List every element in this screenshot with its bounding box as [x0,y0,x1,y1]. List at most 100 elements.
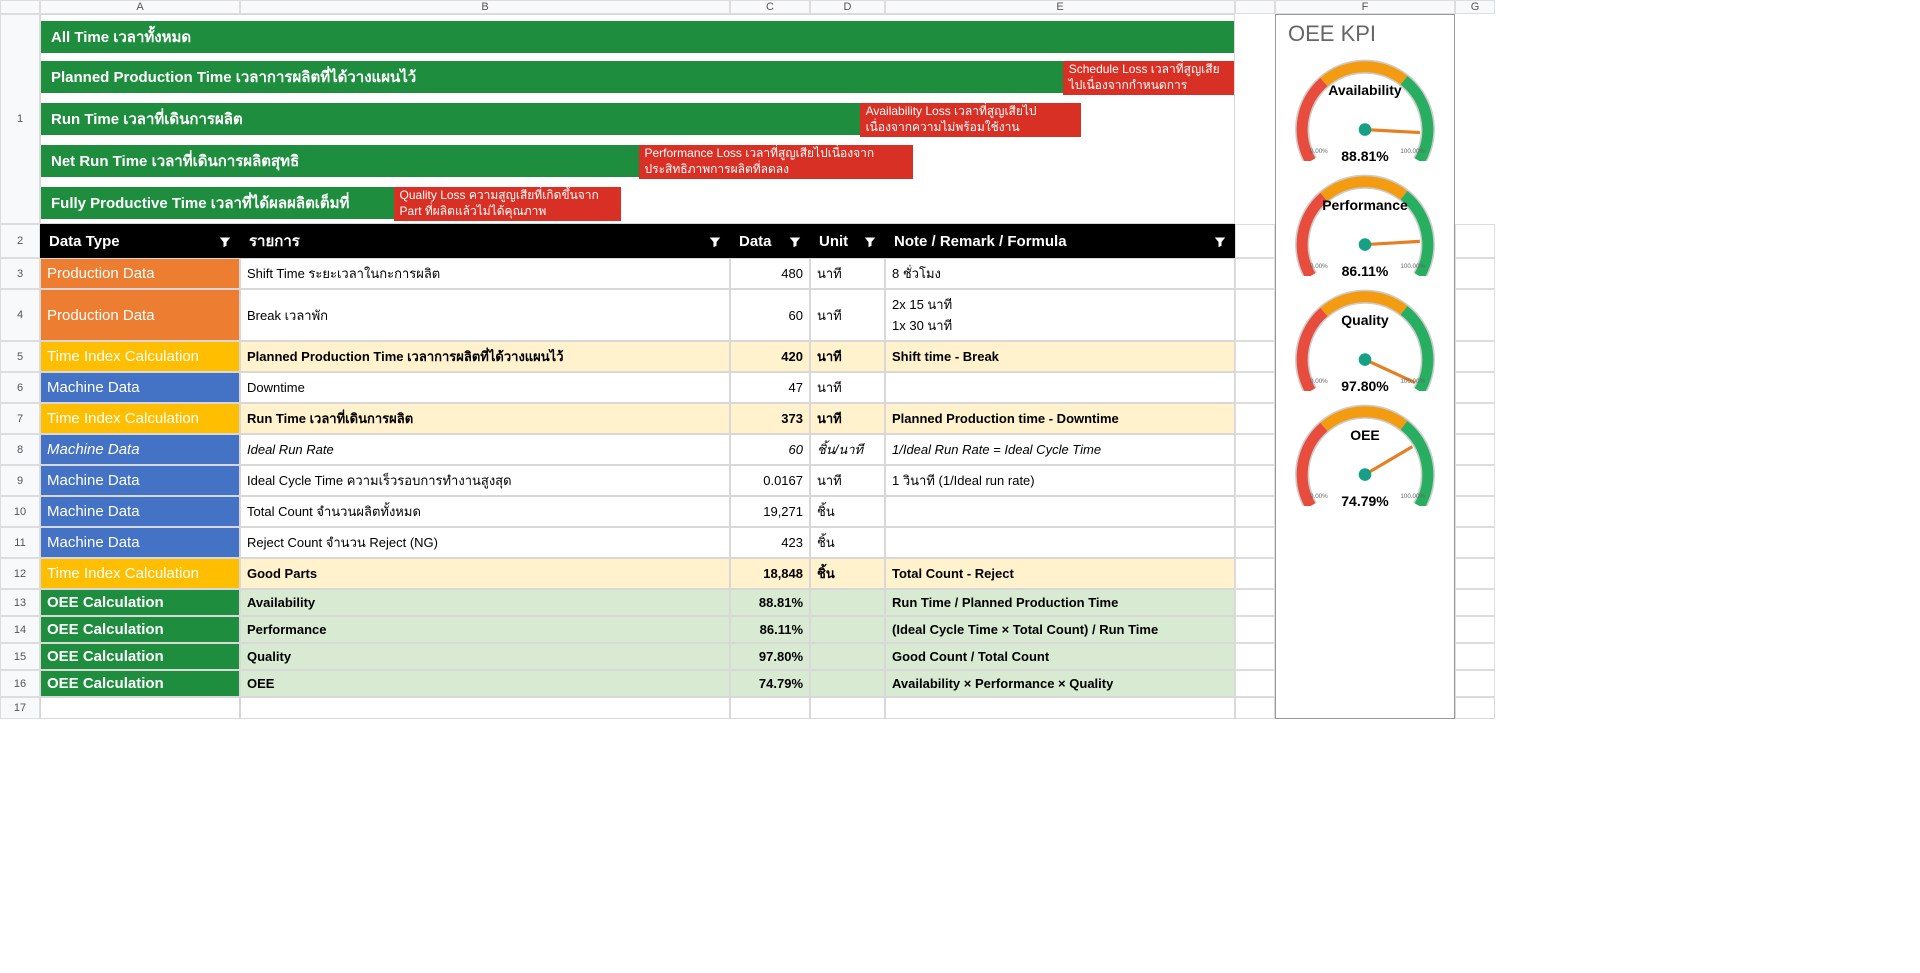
filter-icon[interactable] [709,235,721,247]
cell-note[interactable]: 2x 15 นาที 1x 30 นาที [885,289,1235,341]
cell-note[interactable] [885,496,1235,527]
col-header[interactable]: D [810,0,885,14]
row-header[interactable]: 3 [0,258,40,289]
cell-data[interactable]: 18,848 [730,558,810,589]
cell-unit[interactable] [810,670,885,697]
cell-note[interactable]: Planned Production time - Downtime [885,403,1235,434]
cell-data[interactable]: 420 [730,341,810,372]
cell-item[interactable]: Availability [240,589,730,616]
cell-note[interactable]: Shift time - Break [885,341,1235,372]
cell-unit[interactable]: นาที [810,465,885,496]
row-header[interactable]: 11 [0,527,40,558]
cell-note[interactable]: (Ideal Cycle Time × Total Count) / Run T… [885,616,1235,643]
cell-item[interactable]: Shift Time ระยะเวลาในกะการผลิต [240,258,730,289]
cell-category[interactable]: Machine Data [40,372,240,403]
cell-item[interactable]: Performance [240,616,730,643]
cell-item[interactable]: OEE [240,670,730,697]
row-header[interactable]: 14 [0,616,40,643]
row-header[interactable]: 9 [0,465,40,496]
cell-data[interactable]: 86.11% [730,616,810,643]
col-header[interactable]: B [240,0,730,14]
cell-item[interactable]: Planned Production Time เวลาการผลิตที่ได… [240,341,730,372]
col-header[interactable] [1235,0,1275,14]
table-header-dataType[interactable]: Data Type [40,224,240,258]
cell-unit[interactable]: นาที [810,341,885,372]
row-header[interactable]: 15 [0,643,40,670]
cell-note[interactable]: Good Count / Total Count [885,643,1235,670]
cell-category[interactable]: Machine Data [40,434,240,465]
cell-item[interactable]: Good Parts [240,558,730,589]
filter-icon[interactable] [1214,235,1226,247]
empty-cell[interactable] [885,697,1235,719]
row-header[interactable]: 6 [0,372,40,403]
cell-note[interactable] [885,527,1235,558]
row-header[interactable]: 5 [0,341,40,372]
row-header[interactable]: 17 [0,697,40,719]
row-header[interactable]: 7 [0,403,40,434]
cell-item[interactable]: Total Count จำนวนผลิตทั้งหมด [240,496,730,527]
row-header[interactable]: 12 [0,558,40,589]
filter-icon[interactable] [219,235,231,247]
cell-unit[interactable]: ชิ้น [810,527,885,558]
cell-note[interactable] [885,372,1235,403]
table-header-item[interactable]: รายการ [240,224,730,258]
col-header[interactable]: C [730,0,810,14]
cell-category[interactable]: OEE Calculation [40,670,240,697]
cell-item[interactable]: Break เวลาพัก [240,289,730,341]
empty-cell[interactable] [730,697,810,719]
cell-data[interactable]: 74.79% [730,670,810,697]
cell-category[interactable]: Production Data [40,258,240,289]
cell-unit[interactable]: ชิ้น [810,496,885,527]
cell-category[interactable]: Machine Data [40,527,240,558]
cell-category[interactable]: Time Index Calculation [40,341,240,372]
cell-unit[interactable]: ชิ้น/นาที [810,434,885,465]
row-header[interactable]: 4 [0,289,40,341]
cell-note[interactable]: 1/Ideal Run Rate = Ideal Cycle Time [885,434,1235,465]
table-header-note[interactable]: Note / Remark / Formula [885,224,1235,258]
cell-category[interactable]: OEE Calculation [40,643,240,670]
cell-category[interactable]: Production Data [40,289,240,341]
col-header[interactable] [0,0,40,14]
row-header[interactable]: 13 [0,589,40,616]
cell-item[interactable]: Ideal Cycle Time ความเร็วรอบการทำงานสูงส… [240,465,730,496]
cell-item[interactable]: Downtime [240,372,730,403]
table-header-data[interactable]: Data [730,224,810,258]
col-header[interactable]: G [1455,0,1495,14]
cell-note[interactable]: Availability × Performance × Quality [885,670,1235,697]
cell-unit[interactable] [810,616,885,643]
cell-note[interactable]: Run Time / Planned Production Time [885,589,1235,616]
cell-item[interactable]: Reject Count จำนวน Reject (NG) [240,527,730,558]
filter-icon[interactable] [789,235,801,247]
cell-data[interactable]: 88.81% [730,589,810,616]
cell-data[interactable]: 373 [730,403,810,434]
cell-category[interactable]: OEE Calculation [40,616,240,643]
cell-category[interactable]: Time Index Calculation [40,403,240,434]
cell-category[interactable]: Machine Data [40,465,240,496]
cell-item[interactable]: Ideal Run Rate [240,434,730,465]
cell-note[interactable]: 1 วินาที (1/Ideal run rate) [885,465,1235,496]
row-header[interactable]: 10 [0,496,40,527]
cell-data[interactable]: 423 [730,527,810,558]
col-header[interactable]: F [1275,0,1455,14]
filter-icon[interactable] [864,235,876,247]
col-header[interactable]: A [40,0,240,14]
cell-category[interactable]: Time Index Calculation [40,558,240,589]
cell-unit[interactable]: นาที [810,403,885,434]
cell-unit[interactable] [810,589,885,616]
cell-data[interactable]: 97.80% [730,643,810,670]
row-header[interactable]: 16 [0,670,40,697]
table-header-unit[interactable]: Unit [810,224,885,258]
empty-cell[interactable] [1455,697,1495,719]
cell-data[interactable]: 47 [730,372,810,403]
cell-unit[interactable]: นาที [810,289,885,341]
empty-cell[interactable] [240,697,730,719]
empty-cell[interactable] [1235,697,1275,719]
empty-cell[interactable] [40,697,240,719]
row-header[interactable]: 1 [0,14,40,224]
col-header[interactable]: E [885,0,1235,14]
empty-cell[interactable] [810,697,885,719]
cell-data[interactable]: 60 [730,289,810,341]
cell-unit[interactable] [810,643,885,670]
cell-data[interactable]: 19,271 [730,496,810,527]
row-header[interactable]: 2 [0,224,40,258]
